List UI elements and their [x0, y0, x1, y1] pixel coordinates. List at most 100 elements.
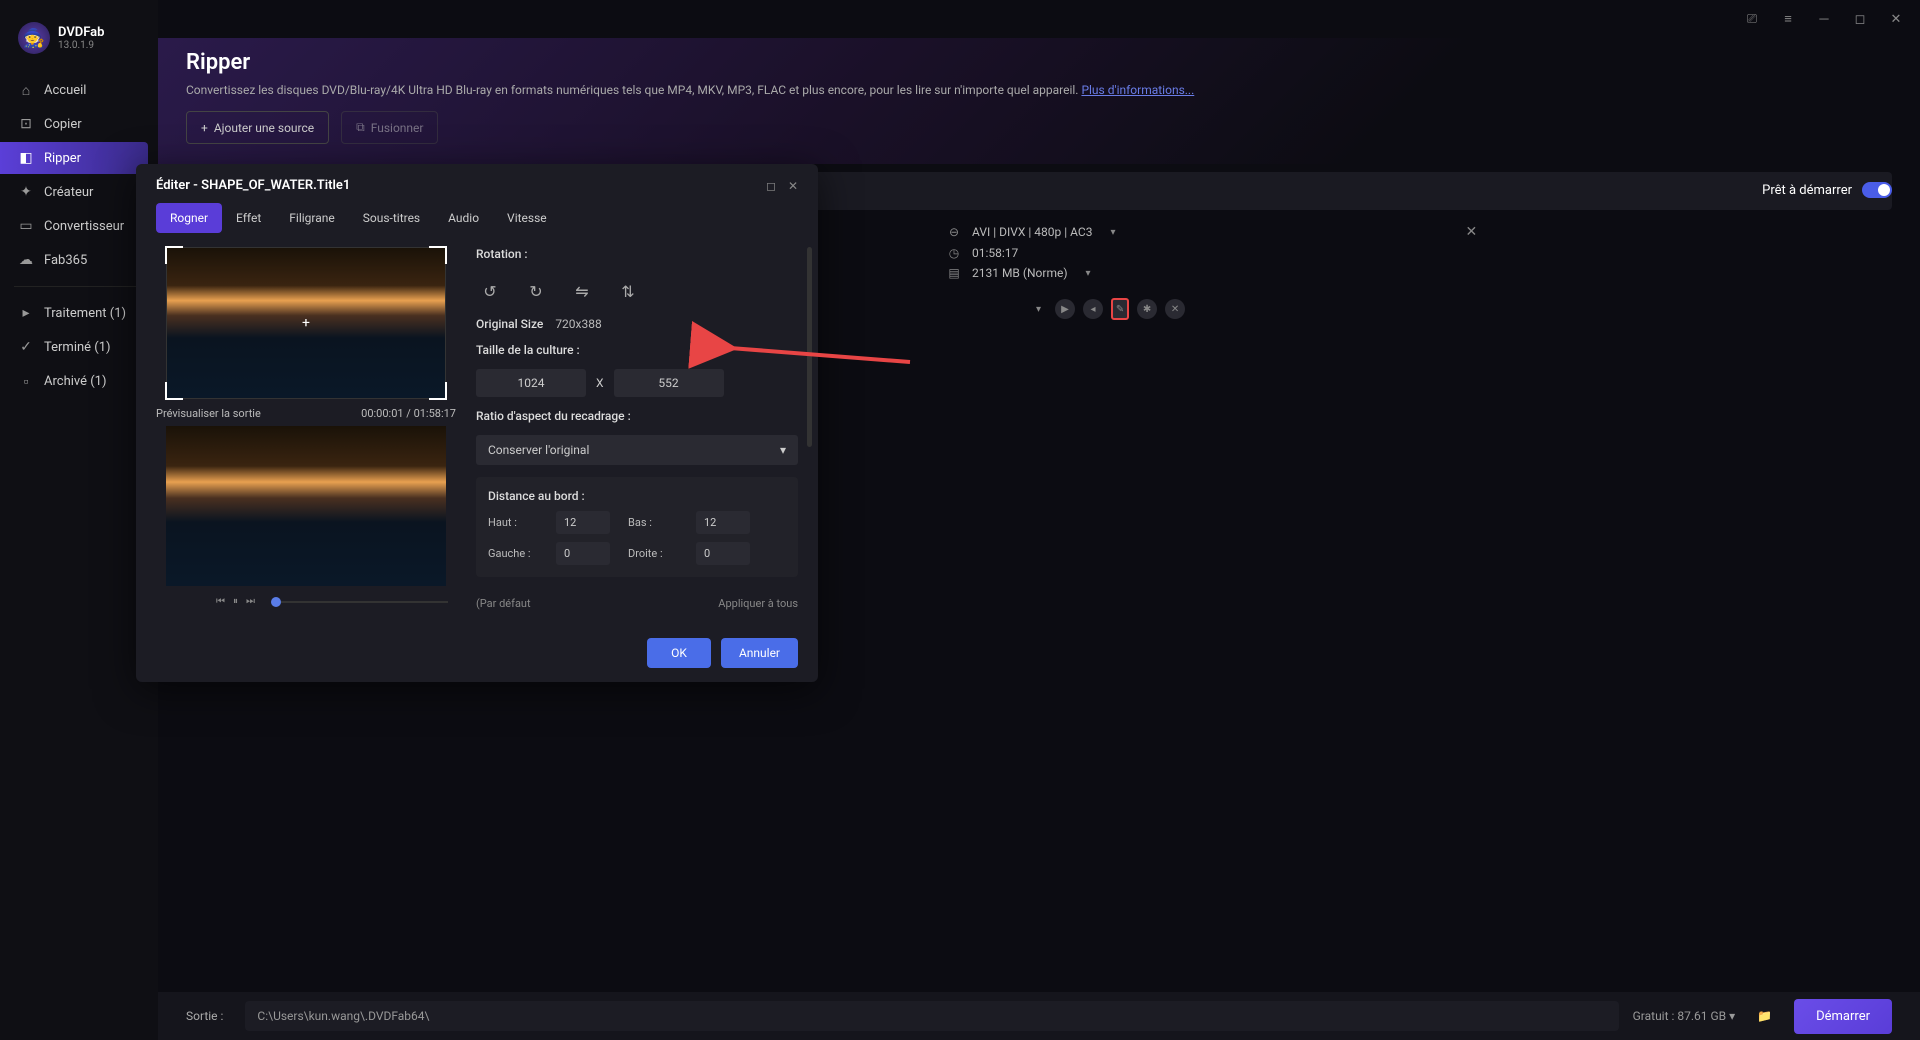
copy-icon: ⊡ [18, 116, 34, 132]
start-button[interactable]: Démarrer [1794, 999, 1892, 1034]
nav-processing[interactable]: ▸Traitement (1) [0, 297, 158, 329]
scrollbar[interactable] [807, 247, 812, 447]
seek-thumb[interactable] [271, 597, 281, 607]
tab-watermark[interactable]: Filigrane [275, 203, 348, 233]
folder-icon[interactable]: 📁 [1749, 1009, 1780, 1023]
preview-label: Prévisualiser la sortie [156, 407, 261, 420]
reset-default-link[interactable]: (Par défaut [476, 597, 531, 610]
nav-archive[interactable]: ▫Archivé (1) [0, 365, 158, 397]
close-button[interactable]: ✕ [1884, 7, 1908, 31]
page-title: Ripper [186, 50, 1892, 75]
crop-handle-br[interactable] [429, 382, 447, 400]
format-icon: ⊖ [946, 225, 962, 239]
tab-subtitles[interactable]: Sous-titres [349, 203, 434, 233]
seek-track[interactable] [271, 601, 448, 603]
rotate-left-icon[interactable]: ↺ [476, 277, 504, 305]
delete-icon[interactable]: ✕ [1165, 299, 1185, 319]
size-dropdown-icon[interactable]: ▾ [1086, 268, 1091, 279]
edge-left-input[interactable] [556, 542, 610, 565]
remove-source-button[interactable]: ✕ [1466, 224, 1478, 240]
output-preview [166, 426, 446, 586]
format-dropdown-icon[interactable]: ▾ [1110, 227, 1115, 238]
edge-right-input[interactable] [696, 542, 750, 565]
orig-size-label: Original Size [476, 317, 543, 331]
bottom-label: Bas : [628, 516, 678, 529]
left-label: Gauche : [488, 547, 538, 560]
crop-settings: Rotation : ↺ ↻ ⇋ ⇅ Original Size 720x388… [476, 247, 798, 610]
dropdown-icon[interactable]: ▾ [1036, 304, 1041, 315]
logo-icon: 🧙 [18, 22, 50, 54]
cloud-icon: ☁ [18, 252, 34, 268]
tab-speed[interactable]: Vitesse [493, 203, 561, 233]
star-icon[interactable]: ✱ [1137, 299, 1157, 319]
modal-close-button[interactable]: ✕ [788, 179, 798, 193]
edge-top-input[interactable] [556, 511, 610, 534]
add-source-button[interactable]: +Ajouter une source [186, 111, 329, 144]
nav-home[interactable]: ⌂Accueil [0, 74, 158, 106]
right-label: Droite : [628, 547, 678, 560]
converter-icon: ▭ [18, 218, 34, 234]
nav-done[interactable]: ✓Terminé (1) [0, 331, 158, 363]
nav-fab365[interactable]: ☁ Fab365 [0, 244, 158, 276]
processing-icon: ▸ [18, 305, 34, 321]
nav-copy[interactable]: ⊡Copier [0, 108, 158, 140]
crop-height-input[interactable] [614, 369, 724, 397]
free-space: Gratuit : 87.61 GB ▾ [1633, 1009, 1736, 1023]
crop-handle-bl[interactable] [165, 382, 183, 400]
tab-effect[interactable]: Effet [222, 203, 275, 233]
action-icons: ▾ ▶ ◂ ✎ ✱ ✕ [1036, 298, 1892, 320]
next-frame-button[interactable]: ⏭ [246, 596, 255, 607]
play-icon[interactable]: ▶ [1055, 299, 1075, 319]
crop-width-input[interactable] [476, 369, 586, 397]
size-value: 2131 MB (Norme) [972, 266, 1068, 280]
prev-frame-button[interactable]: ⏮ [216, 596, 225, 607]
ready-status: Prêt à démarrer [1762, 182, 1892, 198]
page-header: Ripper Convertissez les disques DVD/Blu-… [158, 38, 1920, 164]
menu-icon[interactable]: ≡ [1776, 7, 1800, 31]
output-path[interactable]: C:\Users\kun.wang\.DVDFab64\ [245, 1001, 1618, 1031]
crop-handle-tl[interactable] [165, 246, 183, 264]
pause-button[interactable]: ⏸ [233, 596, 238, 607]
nav-ripper[interactable]: ◧Ripper [0, 142, 148, 174]
chevron-down-icon: ▾ [780, 443, 786, 457]
cancel-button[interactable]: Annuler [721, 638, 798, 668]
app-logo: 🧙 DVDFab 13.0.1.9 [0, 12, 158, 70]
aspect-select[interactable]: Conserver l'original▾ [476, 435, 798, 465]
merge-button[interactable]: ⧉Fusionner [341, 111, 438, 144]
tab-crop[interactable]: Rogner [156, 203, 222, 233]
settings-icon[interactable]: ◂ [1083, 299, 1103, 319]
nav-creator[interactable]: ✦Créateur [0, 176, 158, 208]
sidebar: 🧙 DVDFab 13.0.1.9 ⌂Accueil ⊡Copier ◧Ripp… [0, 0, 158, 1040]
apply-all-link[interactable]: Appliquer à tous [718, 597, 798, 610]
ok-button[interactable]: OK [647, 638, 711, 668]
clock-icon: ◷ [946, 246, 962, 260]
ready-label: Prêt à démarrer [1762, 183, 1852, 198]
edit-icon[interactable]: ✎ [1111, 298, 1129, 320]
minimize-button[interactable]: ─ [1812, 7, 1836, 31]
gift-icon[interactable]: ⎚ [1740, 7, 1764, 31]
crop-preview[interactable]: + [166, 247, 446, 399]
home-icon: ⌂ [18, 82, 34, 98]
modal-maximize-button[interactable]: ◻ [766, 179, 776, 193]
preview-panel: + Prévisualiser la sortie 00:00:01 / 01:… [156, 247, 456, 610]
maximize-button[interactable]: ◻ [1848, 7, 1872, 31]
edge-bottom-input[interactable] [696, 511, 750, 534]
rotate-right-icon[interactable]: ↻ [522, 277, 550, 305]
ripper-icon: ◧ [18, 150, 34, 166]
footer: Sortie : C:\Users\kun.wang\.DVDFab64\ Gr… [158, 992, 1920, 1040]
orig-size-value: 720x388 [555, 317, 601, 331]
ready-toggle[interactable] [1862, 182, 1892, 198]
more-info-link[interactable]: Plus d'informations... [1081, 83, 1194, 97]
crop-handle-tr[interactable] [429, 246, 447, 264]
app-name: DVDFab [58, 25, 104, 40]
tab-audio[interactable]: Audio [434, 203, 493, 233]
creator-icon: ✦ [18, 184, 34, 200]
done-icon: ✓ [18, 339, 34, 355]
nav-separator [14, 286, 144, 287]
nav-converter[interactable]: ▭Convertisseur [0, 210, 158, 242]
nav-label: Fab365 [44, 253, 87, 268]
modal-tabs: Rogner Effet Filigrane Sous-titres Audio… [136, 203, 818, 233]
plus-icon: + [201, 121, 208, 135]
flip-vertical-icon[interactable]: ⇅ [614, 277, 642, 305]
flip-horizontal-icon[interactable]: ⇋ [568, 277, 596, 305]
